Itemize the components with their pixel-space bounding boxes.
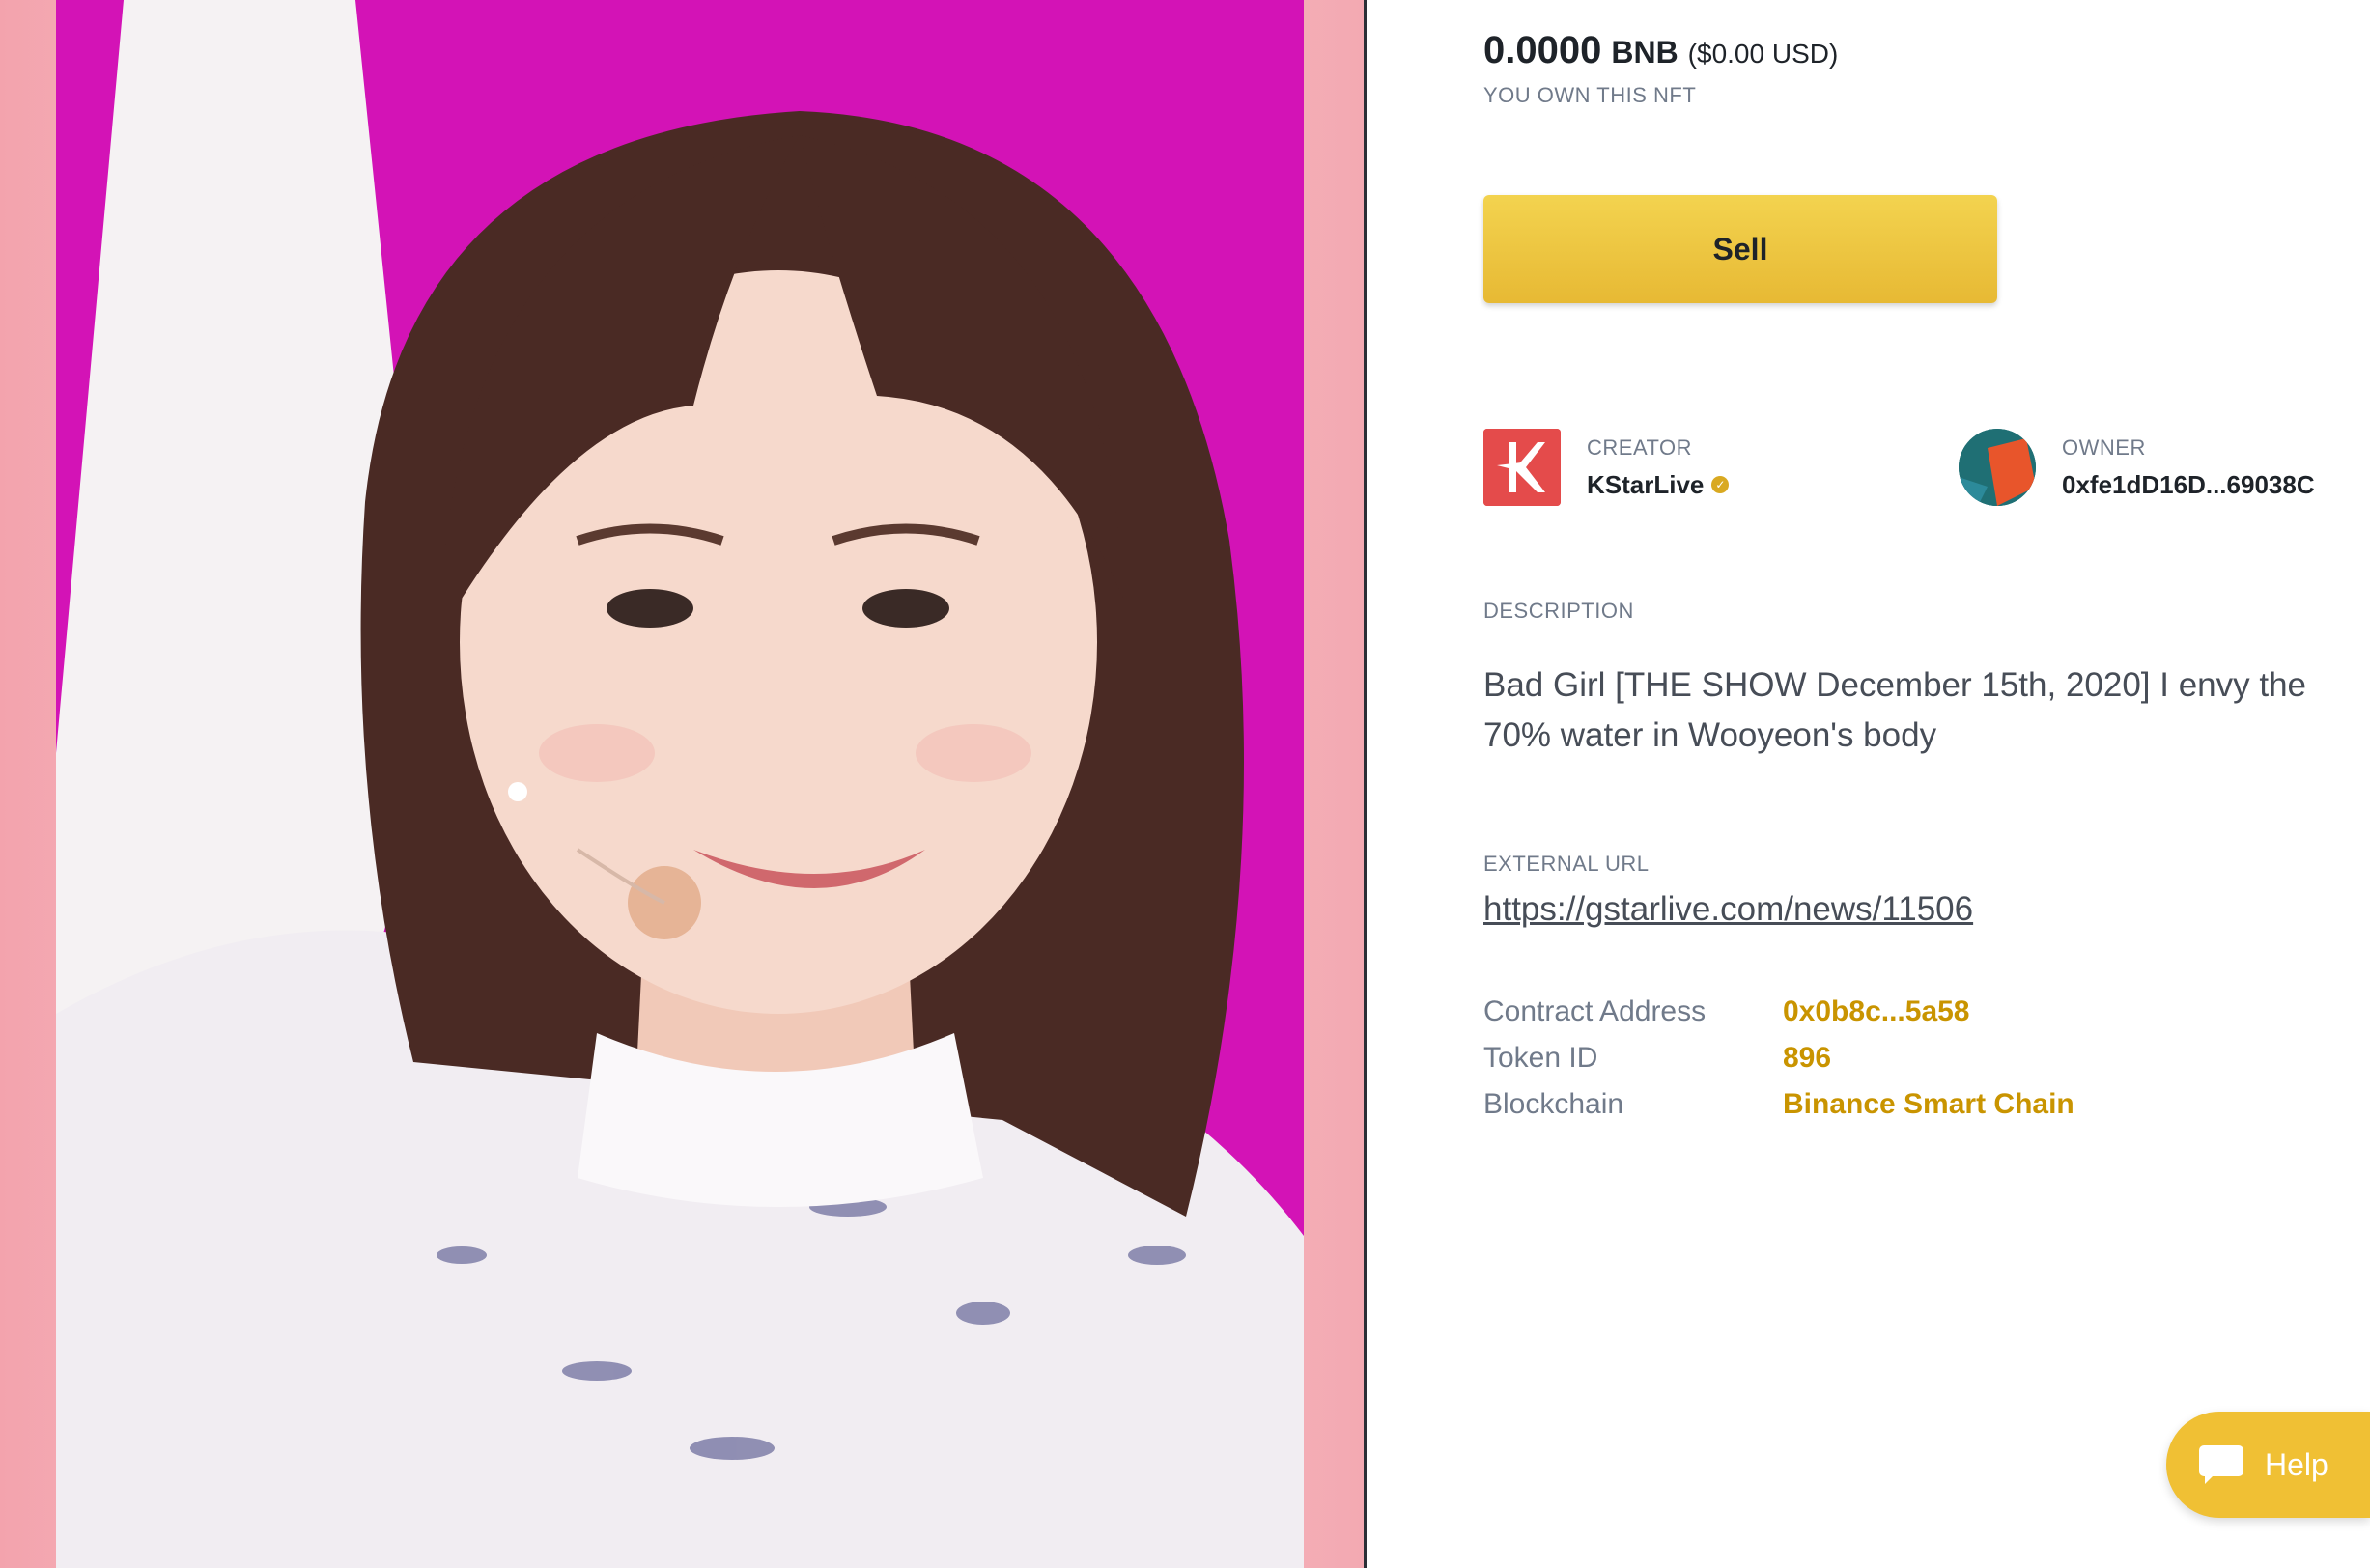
- price-currency: BNB: [1611, 35, 1679, 70]
- help-label: Help: [2265, 1446, 2328, 1482]
- contract-address-link[interactable]: 0x0b8c...5a58: [1783, 995, 1970, 1028]
- detail-key: Blockchain: [1483, 1088, 1624, 1120]
- creator-avatar[interactable]: [1483, 429, 1561, 506]
- creator-text: CREATOR KStarLive ✓: [1587, 434, 1730, 500]
- owner-role: OWNER: [2062, 434, 2146, 460]
- blockchain-value[interactable]: Binance Smart Chain: [1783, 1088, 2074, 1121]
- ownership-label: YOU OWN THIS NFT: [1483, 83, 1697, 107]
- detail-key: Token ID: [1483, 1042, 1598, 1074]
- token-id-value[interactable]: 896: [1783, 1042, 1831, 1075]
- nft-details-panel: 0.0000 BNB ($0.00 USD) YOU OWN THIS NFT …: [1367, 0, 2370, 1568]
- description-text: Bad Girl [THE SHOW December 15th, 2020] …: [1483, 666, 2307, 754]
- token-details: Contract Address 0x0b8c...5a58 Token ID …: [1483, 989, 2074, 1128]
- price-amount: 0.0000: [1483, 29, 1602, 71]
- detail-row-blockchain: Blockchain Binance Smart Chain: [1483, 1081, 2074, 1128]
- owner-address[interactable]: 0xfe1dD16D...69038C: [2062, 470, 2315, 500]
- creator-name-row: KStarLive ✓: [1587, 470, 1730, 500]
- description-label: DESCRIPTION: [1483, 599, 1634, 623]
- price-usd: ($0.00 USD): [1687, 39, 1839, 69]
- owner-avatar[interactable]: [1959, 429, 2036, 506]
- nft-image[interactable]: [56, 0, 1304, 1568]
- detail-key: Contract Address: [1483, 995, 1707, 1027]
- owner-info[interactable]: OWNER 0xfe1dD16D...69038C: [1959, 429, 2315, 506]
- sell-button[interactable]: Sell: [1483, 195, 1997, 303]
- chat-bubble-icon: [2199, 1445, 2243, 1484]
- price-row: 0.0000 BNB ($0.00 USD): [1483, 29, 1838, 72]
- detail-row-contract: Contract Address 0x0b8c...5a58: [1483, 989, 2074, 1035]
- detail-row-token-id: Token ID 896: [1483, 1035, 2074, 1081]
- owner-text: OWNER 0xfe1dD16D...69038C: [2062, 435, 2315, 500]
- nft-media-panel: [0, 0, 1364, 1568]
- nft-photo-illustration: [56, 0, 1304, 1568]
- external-url-link[interactable]: https://gstarlive.com/news/11506: [1483, 890, 1973, 929]
- creator-info[interactable]: CREATOR KStarLive ✓: [1483, 429, 1730, 506]
- owner-identicon-icon: [1959, 429, 2036, 506]
- help-button[interactable]: Help: [2166, 1412, 2370, 1518]
- kstarlive-logo-icon: [1483, 429, 1561, 506]
- creator-name[interactable]: KStarLive: [1587, 470, 1704, 500]
- verified-badge-icon: ✓: [1711, 476, 1730, 493]
- external-url-label: EXTERNAL URL: [1483, 852, 1650, 876]
- creator-role: CREATOR: [1587, 434, 1693, 460]
